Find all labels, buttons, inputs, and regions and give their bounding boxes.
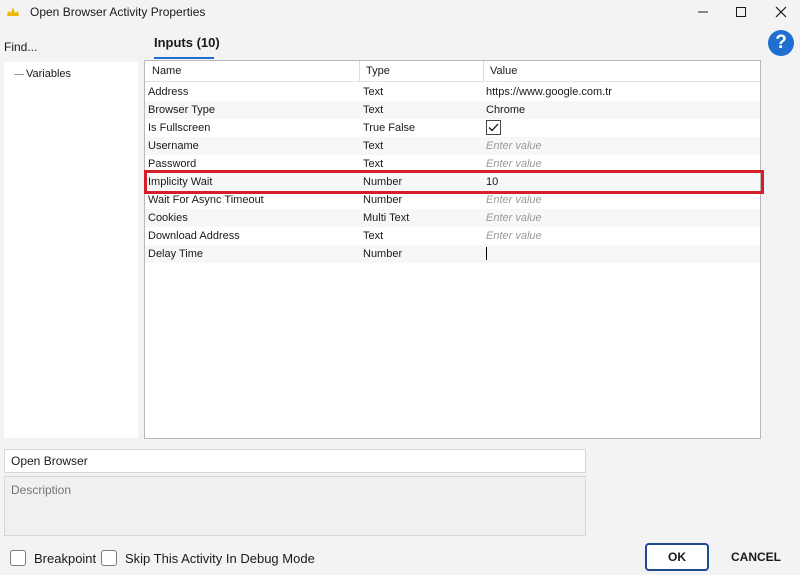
activity-name-field[interactable] [4,449,586,473]
table-row[interactable]: Address Text https://www.google.com.tr [145,83,760,101]
checkmark-icon [488,123,499,132]
activity-name-input[interactable] [9,452,573,470]
table-row-selected[interactable]: Implicity Wait Number 10 [144,170,764,194]
table-row[interactable]: Cookies Multi Text Enter value [145,209,760,227]
text-caret[interactable] [486,247,487,260]
table-row[interactable]: Username Text Enter value [145,137,760,155]
close-icon[interactable] [758,0,800,24]
row-name: Browser Type [148,104,216,116]
value-placeholder[interactable]: Enter value [486,230,542,242]
row-type: Text [363,104,384,116]
row-type: Number [363,248,403,260]
variables-tree: Variables [4,62,138,438]
row-name: Password [148,158,197,170]
row-name: Wait For Async Timeout [148,194,264,206]
value-placeholder[interactable]: Enter value [486,158,542,170]
row-type: Multi Text [363,212,410,224]
row-type: Text [363,230,384,242]
row-value[interactable]: Chrome [486,104,525,116]
app-icon [6,5,20,17]
table-row[interactable]: Browser Type Text Chrome [145,101,760,119]
row-type: Text [363,86,384,98]
tree-line-icon [14,73,24,75]
grid-header: Name Type Value [145,61,760,82]
tab-underline [154,57,214,59]
column-separator[interactable] [483,61,484,81]
value-placeholder[interactable]: Enter value [486,140,542,152]
column-header-name[interactable]: Name [152,65,181,77]
row-name: Download Address [148,230,240,242]
row-name: Delay Time [148,248,204,260]
breakpoint-option[interactable]: Breakpoint [10,550,96,566]
row-type: Number [363,194,403,206]
row-name: Username [148,140,199,152]
tree-item-label: Variables [26,68,72,80]
table-row[interactable]: Delay Time Number [145,245,760,263]
cancel-button[interactable]: CANCEL [724,543,788,571]
column-header-value[interactable]: Value [490,65,517,77]
help-icon[interactable]: ? [768,30,794,56]
row-name: Is Fullscreen [148,122,211,134]
row-name: Cookies [148,212,188,224]
row-type: Text [363,158,384,170]
window-title: Open Browser Activity Properties [30,5,206,19]
column-header-type[interactable]: Type [366,65,390,77]
skip-debug-option[interactable]: Skip This Activity In Debug Mode [101,550,315,566]
table-row[interactable]: Is Fullscreen True False [145,119,760,137]
column-separator[interactable] [359,61,360,81]
ok-button[interactable]: OK [645,543,709,571]
row-name: Address [148,86,189,98]
skip-debug-checkbox[interactable] [101,550,117,566]
row-type: True False [363,122,416,134]
table-row[interactable]: Wait For Async Timeout Number Enter valu… [145,191,760,209]
find-input[interactable]: Find... [4,40,37,54]
tree-item-variables[interactable]: Variables [14,68,71,80]
title-bar: Open Browser Activity Properties [0,0,800,24]
row-value[interactable]: https://www.google.com.tr [486,86,612,98]
description-input[interactable] [9,481,579,533]
breakpoint-label: Breakpoint [34,550,97,566]
breakpoint-checkbox[interactable] [10,550,26,566]
description-field[interactable] [4,476,586,536]
tab-inputs[interactable]: Inputs (10) [154,35,220,50]
fullscreen-checkbox[interactable] [486,120,501,135]
table-row[interactable]: Download Address Text Enter value [145,227,760,245]
skip-debug-label: Skip This Activity In Debug Mode [125,550,315,566]
row-type: Text [363,140,384,152]
value-placeholder[interactable]: Enter value [486,194,542,206]
inputs-grid: Name Type Value Address Text https://www… [144,60,764,439]
value-placeholder[interactable]: Enter value [486,212,542,224]
